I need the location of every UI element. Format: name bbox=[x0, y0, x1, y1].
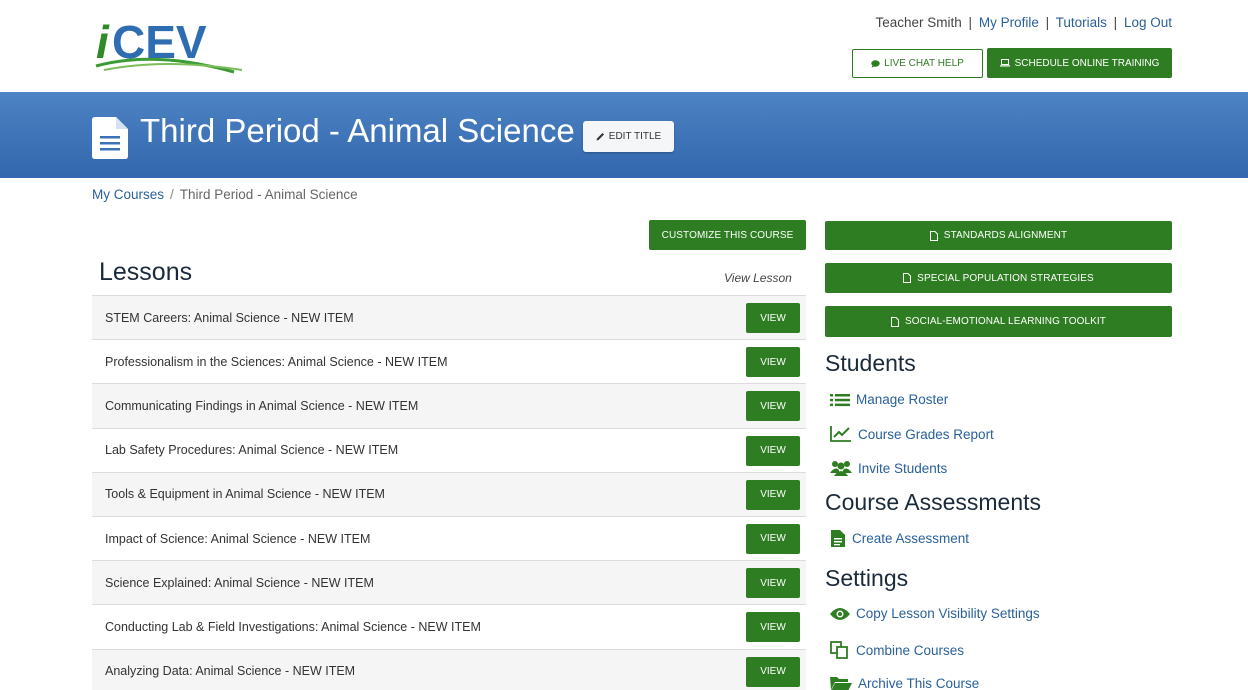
standards-alignment-button[interactable]: STANDARDS ALIGNMENT bbox=[825, 221, 1172, 250]
icev-logo[interactable]: i CEV bbox=[94, 14, 254, 76]
file-icon bbox=[903, 273, 912, 283]
separator: | bbox=[1113, 15, 1118, 30]
lesson-row: Lab Safety Procedures: Animal Science - … bbox=[92, 427, 806, 472]
schedule-label: SCHEDULE ONLINE TRAINING bbox=[1014, 57, 1160, 69]
view-lesson-button[interactable]: VIEW bbox=[746, 479, 800, 510]
manage-roster-label: Manage Roster bbox=[856, 392, 949, 407]
svg-text:i: i bbox=[96, 16, 110, 68]
sel-toolkit-button[interactable]: SOCIAL-EMOTIONAL LEARNING TOOLKIT bbox=[825, 306, 1172, 337]
lesson-row: Analyzing Data: Animal Science - NEW ITE… bbox=[92, 648, 806, 690]
invite-students-label: Invite Students bbox=[858, 460, 948, 476]
my-profile-link[interactable]: My Profile bbox=[979, 15, 1039, 30]
view-lesson-button[interactable]: VIEW bbox=[746, 347, 800, 378]
settings-heading: Settings bbox=[825, 565, 909, 591]
user-name: Teacher Smith bbox=[875, 15, 962, 30]
students-heading: Students bbox=[825, 350, 916, 376]
schedule-training-button[interactable]: SCHEDULE ONLINE TRAINING bbox=[987, 48, 1172, 78]
manage-roster-link[interactable]: Manage Roster bbox=[830, 392, 948, 407]
lesson-row: Science Explained: Animal Science - NEW … bbox=[92, 560, 806, 605]
line-chart-icon bbox=[830, 426, 851, 442]
special-population-strategies-button[interactable]: SPECIAL POPULATION STRATEGIES bbox=[825, 263, 1172, 293]
lessons-list: STEM Careers: Animal Science - NEW ITEM … bbox=[92, 295, 806, 690]
course-grades-report-label: Course Grades Report bbox=[858, 426, 994, 442]
file-icon bbox=[929, 230, 938, 241]
tutorials-link[interactable]: Tutorials bbox=[1056, 15, 1107, 30]
document-icon bbox=[92, 117, 128, 159]
lesson-name: Impact of Science: Animal Science - NEW … bbox=[105, 531, 371, 546]
combine-courses-link[interactable]: Combine Courses bbox=[830, 641, 964, 659]
view-lesson-button[interactable]: VIEW bbox=[746, 523, 800, 554]
lesson-name: Tools & Equipment in Animal Science - NE… bbox=[105, 487, 385, 502]
lesson-name: Lab Safety Procedures: Animal Science - … bbox=[105, 443, 399, 458]
lesson-row: Impact of Science: Animal Science - NEW … bbox=[92, 515, 806, 560]
invite-students-link[interactable]: Invite Students bbox=[830, 460, 947, 476]
sel-toolkit-label: SOCIAL-EMOTIONAL LEARNING TOOLKIT bbox=[905, 316, 1106, 327]
lesson-row: Tools & Equipment in Animal Science - NE… bbox=[92, 471, 806, 516]
lesson-row: Professionalism in the Sciences: Animal … bbox=[92, 339, 806, 383]
lessons-heading: Lessons bbox=[99, 258, 193, 286]
lesson-name: Conducting Lab & Field Investigations: A… bbox=[105, 619, 481, 634]
lesson-name: Science Explained: Animal Science - NEW … bbox=[105, 575, 374, 590]
view-lesson-button[interactable]: VIEW bbox=[746, 303, 800, 333]
file-text-icon bbox=[831, 530, 845, 547]
view-lesson-button[interactable]: VIEW bbox=[746, 435, 800, 466]
eye-icon bbox=[830, 607, 850, 620]
view-lesson-button[interactable]: VIEW bbox=[746, 656, 800, 687]
chat-bubble-icon bbox=[871, 59, 880, 68]
copy-visibility-settings-label: Copy Lesson Visibility Settings bbox=[856, 606, 1040, 621]
user-links: Teacher Smith | My Profile | Tutorials |… bbox=[875, 15, 1172, 30]
live-chat-label: LIVE CHAT HELP bbox=[884, 58, 964, 69]
copy-icon bbox=[830, 641, 848, 659]
view-lesson-column-header: View Lesson bbox=[724, 271, 792, 285]
view-lesson-button[interactable]: VIEW bbox=[746, 568, 800, 599]
breadcrumb-my-courses[interactable]: My Courses bbox=[92, 187, 164, 202]
page-title: Third Period - Animal Science bbox=[140, 112, 575, 149]
breadcrumb: My Courses / Third Period - Animal Science bbox=[92, 187, 358, 202]
folder-open-icon bbox=[830, 677, 852, 690]
live-chat-help-button[interactable]: LIVE CHAT HELP bbox=[852, 49, 983, 78]
customize-course-label: CUSTOMIZE THIS COURSE bbox=[661, 229, 794, 241]
archive-course-label: Archive This Course bbox=[858, 675, 980, 690]
breadcrumb-separator: / bbox=[170, 187, 174, 202]
lesson-row: STEM Careers: Animal Science - NEW ITEM … bbox=[92, 295, 806, 340]
course-grades-report-link[interactable]: Course Grades Report bbox=[830, 426, 994, 442]
special-population-strategies-label: SPECIAL POPULATION STRATEGIES bbox=[917, 272, 1094, 284]
lesson-name: Communicating Findings in Animal Science… bbox=[105, 398, 419, 413]
laptop-icon bbox=[999, 59, 1010, 67]
edit-title-label: EDIT TITLE bbox=[608, 131, 662, 142]
create-assessment-label: Create Assessment bbox=[852, 531, 970, 546]
log-out-link[interactable]: Log Out bbox=[1124, 15, 1172, 30]
lesson-name: STEM Careers: Animal Science - NEW ITEM bbox=[105, 310, 354, 325]
create-assessment-link[interactable]: Create Assessment bbox=[830, 530, 969, 547]
course-assessments-heading: Course Assessments bbox=[825, 489, 1042, 515]
standards-alignment-label: STANDARDS ALIGNMENT bbox=[943, 230, 1068, 241]
lesson-name: Professionalism in the Sciences: Animal … bbox=[105, 354, 448, 369]
edit-title-button[interactable]: EDIT TITLE bbox=[583, 121, 674, 152]
lesson-row: Communicating Findings in Animal Science… bbox=[92, 383, 806, 428]
copy-visibility-settings-link[interactable]: Copy Lesson Visibility Settings bbox=[830, 606, 1040, 621]
lesson-name: Analyzing Data: Animal Science - NEW ITE… bbox=[105, 664, 356, 679]
separator: | bbox=[1045, 15, 1050, 30]
customize-course-button[interactable]: CUSTOMIZE THIS COURSE bbox=[649, 220, 806, 250]
view-lesson-button[interactable]: VIEW bbox=[746, 391, 800, 422]
separator: | bbox=[968, 15, 973, 30]
breadcrumb-current: Third Period - Animal Science bbox=[179, 187, 358, 202]
top-bar: i CEV Teacher Smith | My Profile | Tutor… bbox=[0, 0, 1248, 92]
lesson-row: Conducting Lab & Field Investigations: A… bbox=[92, 604, 806, 648]
users-icon bbox=[830, 461, 852, 476]
combine-courses-label: Combine Courses bbox=[856, 642, 965, 658]
archive-course-link[interactable]: Archive This Course bbox=[830, 675, 979, 690]
list-icon bbox=[830, 393, 850, 406]
file-icon bbox=[891, 316, 900, 327]
view-lesson-button[interactable]: VIEW bbox=[746, 612, 800, 643]
pencil-icon bbox=[596, 133, 604, 141]
